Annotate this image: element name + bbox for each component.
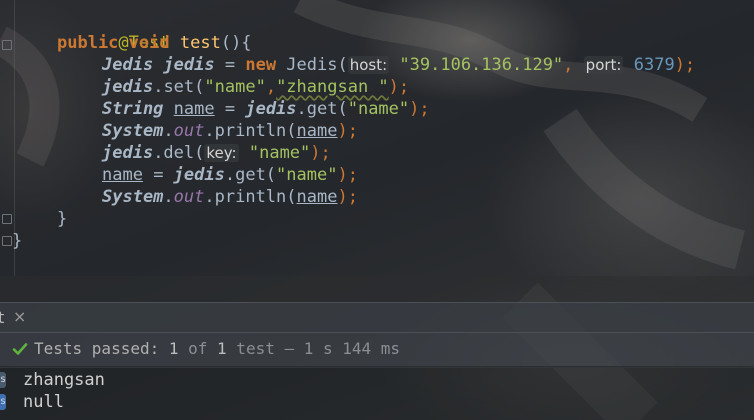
string-literal: "name" xyxy=(248,143,311,163)
constructor-call: Jedis( xyxy=(276,55,348,75)
code-line-4: jedis.set("name","zhangsan "); xyxy=(102,76,409,98)
comma: , xyxy=(265,77,277,97)
code-line-8: name = jedis.get("name"); xyxy=(102,164,358,186)
status-prefix: Tests passed: xyxy=(34,339,169,358)
keyword-public: public xyxy=(57,33,119,53)
code-line-5: String name = jedis.get("name"); xyxy=(102,98,430,120)
fold-marker-icon[interactable] xyxy=(2,236,12,246)
variable-name: name xyxy=(296,187,338,207)
type-name: System xyxy=(102,187,164,207)
run-tab-label[interactable]: t xyxy=(0,308,4,327)
total-count: 1 xyxy=(217,339,227,358)
method-call: .println( xyxy=(204,121,297,141)
code-line-6: System.out.println(name); xyxy=(102,120,358,142)
dot: . xyxy=(163,187,174,207)
param-hint-key: key: xyxy=(204,144,239,162)
number-literal: 6379 xyxy=(633,55,675,75)
assign-op: = xyxy=(214,99,246,119)
code-line-3: Jedis jedis = new Jedis(host: "39.106.13… xyxy=(102,54,695,76)
method-paren: (){ xyxy=(220,33,252,53)
fold-marker-icon[interactable] xyxy=(2,40,12,50)
console-output[interactable]: s s zhangsan null xyxy=(0,366,754,420)
type-name: Jedis xyxy=(102,55,154,75)
dot: . xyxy=(163,121,174,141)
type-name: System xyxy=(102,121,164,141)
code-line-1: @Test xyxy=(57,10,169,53)
string-literal: "name" xyxy=(204,77,266,97)
code-line-10: } xyxy=(57,208,67,230)
variable-name: jedis xyxy=(163,55,215,75)
keyword-void: void xyxy=(128,33,170,53)
code-line-11: } xyxy=(12,230,22,252)
side-toolbar-button[interactable]: s xyxy=(0,372,6,388)
passed-count: 1 xyxy=(168,339,179,358)
comma: , xyxy=(563,55,574,75)
variable-name: name xyxy=(296,121,338,141)
run-tool-window-tabbar: t × xyxy=(0,302,754,333)
status-of: of xyxy=(178,339,218,358)
output-line: zhangsan xyxy=(23,370,105,390)
statement-end: ); xyxy=(674,55,696,75)
statement-end: ); xyxy=(409,99,430,119)
statement-end: ); xyxy=(310,143,331,163)
close-icon[interactable]: × xyxy=(13,307,26,326)
test-status-text: Tests passed: 1 of 1 test – 1 s 144 ms xyxy=(34,339,400,359)
statement-end: ); xyxy=(337,121,358,141)
keyword-new: new xyxy=(245,55,277,75)
statement-end: ); xyxy=(388,77,410,97)
string-literal: "39.106.136.129" xyxy=(399,55,564,75)
assign-op: = xyxy=(214,55,246,75)
variable-name: jedis xyxy=(173,165,225,185)
string-literal: "name" xyxy=(347,99,410,119)
test-status-bar: Tests passed: 1 of 1 test – 1 s 144 ms xyxy=(0,332,754,368)
statement-end: ); xyxy=(337,165,358,185)
static-field: out xyxy=(173,187,205,207)
param-hint-port: port: xyxy=(583,56,624,74)
assign-op: = xyxy=(142,165,174,185)
method-name: test xyxy=(179,33,221,53)
closing-brace: } xyxy=(57,209,68,229)
string-literal: "name" xyxy=(276,165,338,185)
variable-name: jedis xyxy=(102,77,154,97)
code-line-9: System.out.println(name); xyxy=(102,186,358,208)
param-hint-host: host: xyxy=(347,56,390,74)
check-icon xyxy=(12,343,28,355)
variable-name: name xyxy=(173,99,215,119)
closing-brace: } xyxy=(12,231,23,251)
string-literal: "zhangsan " xyxy=(276,77,389,97)
variable-name: jedis xyxy=(102,143,154,163)
static-field: out xyxy=(173,121,205,141)
method-call: .println( xyxy=(204,187,297,207)
dot: . xyxy=(153,77,164,97)
method-call: set( xyxy=(163,77,205,97)
code-editor[interactable]: @Test public void test(){ Jedis jedis = … xyxy=(0,0,754,276)
type-name: String xyxy=(102,99,164,119)
side-toolbar-button[interactable]: s xyxy=(0,394,6,410)
editor-bottom-area xyxy=(0,276,754,302)
fold-marker-icon[interactable] xyxy=(2,214,12,224)
code-line-7: jedis.del(key: "name"); xyxy=(102,142,331,164)
status-suffix: test – 1 s 144 ms xyxy=(226,339,401,358)
output-line: null xyxy=(23,392,64,412)
variable-name: name xyxy=(102,165,143,185)
method-call: .get( xyxy=(224,165,277,185)
variable-name: jedis xyxy=(245,99,297,119)
method-call: .del( xyxy=(153,143,205,163)
code-line-2: public void test(){ xyxy=(57,32,252,54)
statement-end: ); xyxy=(337,187,358,207)
method-call: .get( xyxy=(296,99,348,119)
